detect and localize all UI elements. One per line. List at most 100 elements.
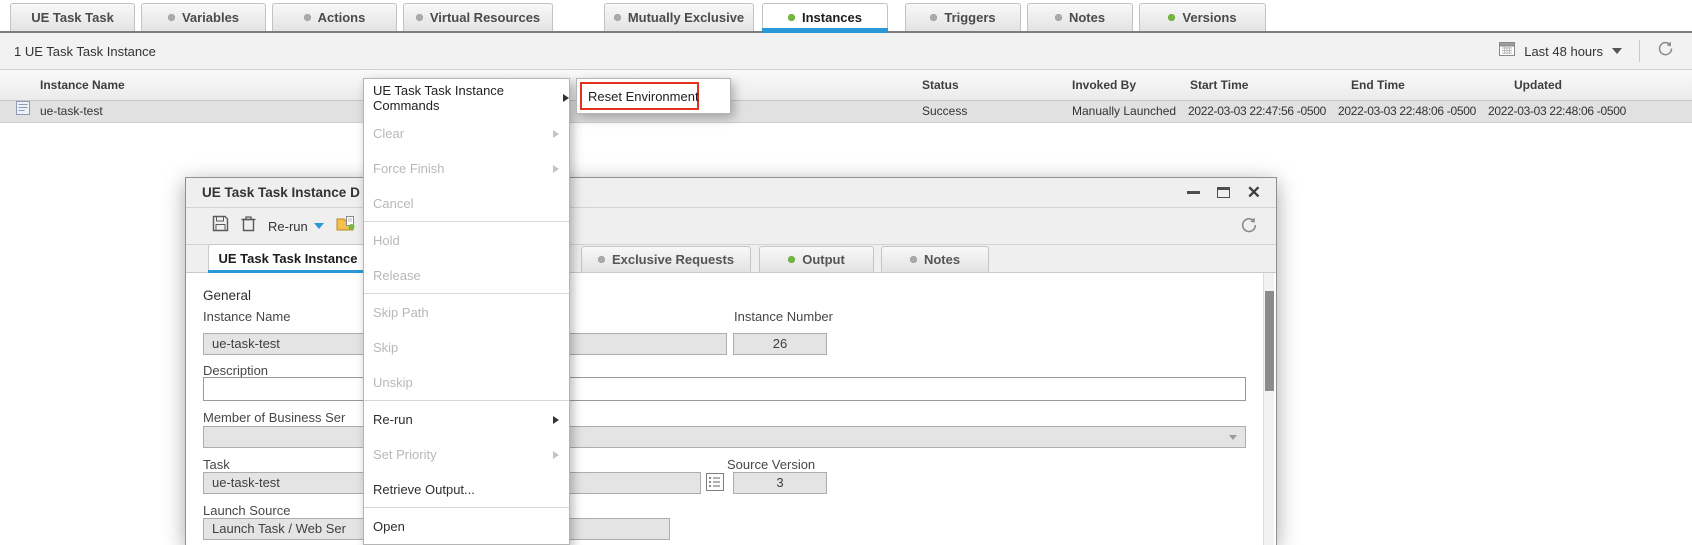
time-filter-value[interactable]: Last 48 hours (1524, 44, 1603, 59)
rerun-label: Re-run (268, 219, 308, 234)
col-status[interactable]: Status (922, 70, 959, 100)
instance-number-field[interactable]: 26 (733, 333, 827, 355)
menu-item-hold[interactable]: Hold (364, 223, 569, 258)
tab-instances[interactable]: Instances (762, 3, 888, 31)
dialog-tab-bar: UE Task Task Instance Exclusive Requests… (186, 245, 1276, 273)
cell-instance-name[interactable]: ue-task-test (40, 101, 103, 122)
status-dot-icon (788, 14, 795, 21)
launch-source-label: Launch Source (203, 503, 290, 518)
task-instance-icon (16, 101, 30, 122)
tab-virtual-resources[interactable]: Virtual Resources (403, 3, 553, 31)
dialog-titlebar[interactable]: UE Task Task Instance D ✕ (186, 178, 1276, 208)
menu-item-skip[interactable]: Skip (364, 330, 569, 365)
dialog-tab-instance[interactable]: UE Task Task Instance (208, 244, 368, 272)
close-button[interactable]: ✕ (1247, 186, 1261, 200)
tab-label: UE Task Task Instance (219, 251, 358, 266)
menu-item-force-finish[interactable]: Force Finish (364, 151, 569, 186)
menu-item-re-run[interactable]: Re-run (364, 402, 569, 437)
section-general: General (203, 288, 251, 303)
tab-label: UE Task Task (31, 10, 114, 25)
dialog-title: UE Task Task Instance D (202, 185, 360, 200)
status-dot-icon (910, 256, 917, 263)
menu-item-cancel[interactable]: Cancel (364, 186, 569, 221)
table-header: Instance Name Status Invoked By Start Ti… (0, 70, 1692, 101)
col-updated[interactable]: Updated (1514, 70, 1562, 100)
menu-item-clear[interactable]: Clear (364, 116, 569, 151)
tab-label: Exclusive Requests (612, 252, 734, 267)
tab-triggers[interactable]: Triggers (905, 3, 1021, 31)
col-invoked-by[interactable]: Invoked By (1072, 70, 1136, 100)
description-field[interactable] (203, 377, 1246, 401)
status-dot-icon (788, 256, 795, 263)
chevron-down-icon[interactable] (1612, 48, 1622, 54)
maximize-button[interactable] (1217, 187, 1230, 198)
dialog-tab-notes[interactable]: Notes (881, 246, 989, 272)
tab-mutually-exclusive[interactable]: Mutually Exclusive (604, 3, 754, 31)
screen: UE Task Task Variables Actions Virtual R… (0, 0, 1692, 545)
menu-item-retrieve-output[interactable]: Retrieve Output... (364, 472, 569, 507)
tab-variables[interactable]: Variables (141, 3, 266, 31)
member-of-business-services-field[interactable] (203, 426, 1246, 448)
cell-status-link[interactable]: Success (922, 101, 967, 122)
menu-item-open[interactable]: Open (364, 509, 569, 544)
cell-invoked-by: Manually Launched (1072, 101, 1176, 122)
dialog-tab-exclusive-requests[interactable]: Exclusive Requests (581, 246, 751, 272)
table-row[interactable]: ue-task-test Success Manually Launched 2… (0, 101, 1692, 123)
tab-label: Output (802, 252, 845, 267)
tab-label: Virtual Resources (430, 10, 540, 25)
source-version-field[interactable]: 3 (733, 472, 827, 494)
tab-actions[interactable]: Actions (272, 3, 397, 31)
tab-label: Notes (1069, 10, 1105, 25)
menu-item-reset-environment[interactable]: Reset Environment (580, 82, 699, 110)
col-start-time[interactable]: Start Time (1190, 70, 1248, 100)
dialog-tab-output[interactable]: Output (759, 246, 874, 272)
menu-item-unskip[interactable]: Unskip (364, 365, 569, 400)
tab-notes[interactable]: Notes (1027, 3, 1133, 31)
dialog-refresh-icon[interactable] (1240, 216, 1258, 239)
status-dot-icon (930, 14, 937, 21)
rerun-button[interactable]: Re-run (268, 219, 324, 234)
status-dot-icon (168, 14, 175, 21)
submenu-arrow-icon (553, 451, 559, 459)
toolbar-divider (1639, 40, 1640, 62)
task-lookup-icon[interactable] (706, 473, 724, 496)
save-icon[interactable] (212, 215, 229, 237)
output-folder-icon[interactable] (336, 215, 356, 237)
tab-label: Mutually Exclusive (628, 10, 744, 25)
dialog-toolbar: Re-run F (186, 208, 1276, 245)
col-instance-name[interactable]: Instance Name (40, 70, 125, 100)
dialog-active-tab-underline (208, 270, 368, 273)
tab-label: Triggers (944, 10, 995, 25)
commands-submenu: Reset Environment (576, 78, 731, 114)
submenu-arrow-icon (553, 130, 559, 138)
col-end-time[interactable]: End Time (1351, 70, 1405, 100)
refresh-icon[interactable] (1657, 40, 1674, 62)
context-menu: UE Task Task Instance Commands Clear For… (363, 78, 570, 545)
scrollbar-thumb[interactable] (1265, 291, 1274, 391)
tab-label: Instances (802, 10, 862, 25)
description-label: Description (203, 363, 268, 378)
tab-label: Versions (1182, 10, 1236, 25)
tab-versions[interactable]: Versions (1139, 3, 1266, 31)
tab-label: Actions (318, 10, 366, 25)
status-dot-icon (1055, 14, 1062, 21)
minimize-button[interactable] (1187, 191, 1200, 194)
list-count-title: 1 UE Task Task Instance (14, 44, 156, 59)
status-dot-icon (1168, 14, 1175, 21)
cell-start-time: 2022-03-03 22:47:56 -0500 (1188, 101, 1326, 122)
submenu-arrow-icon (553, 165, 559, 173)
menu-item-skip-path[interactable]: Skip Path (364, 295, 569, 330)
calendar-icon[interactable] (1499, 41, 1515, 61)
menu-item-release[interactable]: Release (364, 258, 569, 293)
source-version-label: Source Version (727, 457, 815, 472)
dialog-scrollbar[interactable] (1263, 273, 1274, 545)
tab-label: Variables (182, 10, 239, 25)
member-of-business-services-label: Member of Business Ser (203, 410, 345, 425)
dropdown-caret-icon[interactable] (1229, 435, 1237, 440)
tab-ue-task-task[interactable]: UE Task Task (10, 3, 135, 31)
delete-icon[interactable] (241, 215, 256, 237)
submenu-arrow-icon (563, 94, 569, 102)
menu-item-set-priority[interactable]: Set Priority (364, 437, 569, 472)
menu-header-commands[interactable]: UE Task Task Instance Commands (364, 79, 569, 116)
window-controls: ✕ (1187, 186, 1261, 200)
